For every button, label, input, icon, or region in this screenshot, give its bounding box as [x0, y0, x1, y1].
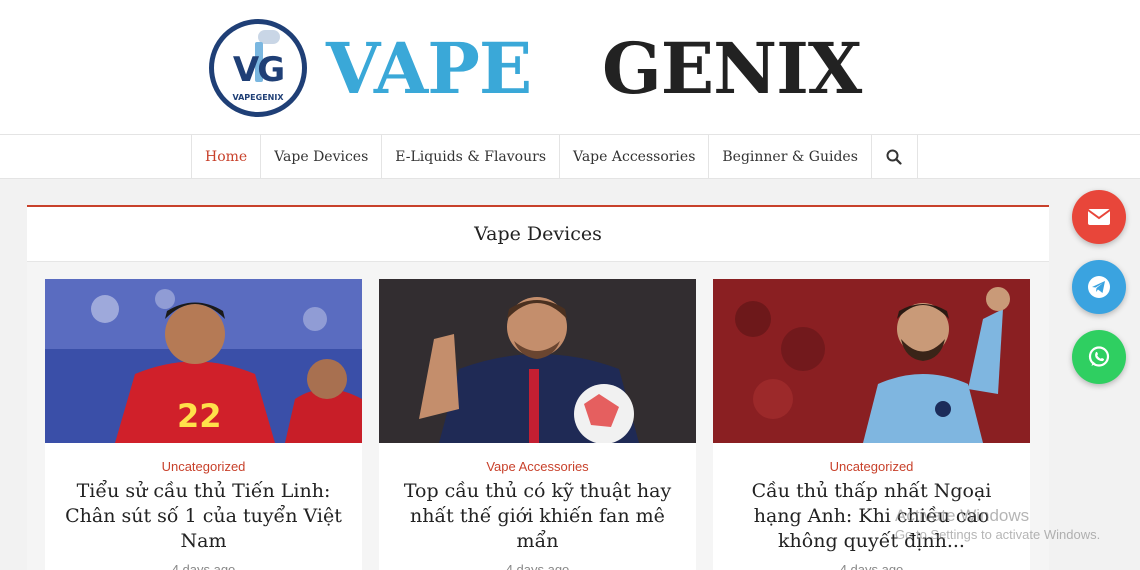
post-date: 4 days ago	[505, 562, 570, 570]
post-card[interactable]: 22 Uncategorized Tiểu sử cầu thủ Tiến Li…	[45, 279, 362, 570]
whatsapp-contact-button[interactable]	[1072, 330, 1126, 384]
nav-item-e-liquids[interactable]: E-Liquids & Flavours	[382, 135, 560, 179]
post-thumbnail[interactable]	[379, 279, 696, 443]
os-activation-watermark-title: Activate Windows	[895, 506, 1030, 525]
nav-item-beginner-guides[interactable]: Beginner & Guides	[709, 135, 872, 179]
nav-item-home[interactable]: Home	[192, 135, 262, 179]
brand-name-part1[interactable]: VAPE	[326, 27, 532, 111]
section-title: Vape Devices	[27, 207, 1049, 262]
post-category[interactable]: Vape Accessories	[379, 459, 696, 474]
site-logo[interactable]: VG VAPEGENIX	[209, 19, 307, 117]
post-image-player-sky-blue	[713, 279, 1030, 443]
post-image-player-red-shirt: 22	[45, 279, 362, 443]
telegram-contact-button[interactable]	[1072, 260, 1126, 314]
nav-item-vape-accessories[interactable]: Vape Accessories	[560, 135, 710, 179]
post-thumbnail[interactable]: 22	[45, 279, 362, 443]
shirt-number: 22	[177, 397, 222, 435]
search-icon	[886, 149, 902, 165]
site-header: VG VAPEGENIX VAPE GENIX	[0, 0, 1140, 134]
nav-item-vape-devices[interactable]: Vape Devices	[261, 135, 383, 179]
whatsapp-icon	[1088, 346, 1110, 367]
telegram-icon	[1088, 276, 1110, 298]
post-date: 4 days ago	[839, 562, 904, 570]
mail-contact-button[interactable]	[1072, 190, 1126, 244]
post-thumbnail[interactable]	[713, 279, 1030, 443]
post-date: 4 days ago	[171, 562, 236, 570]
post-title[interactable]: Top cầu thủ có kỹ thuật hay nhất thế giớ…	[397, 479, 678, 554]
post-category[interactable]: Uncategorized	[45, 459, 362, 474]
os-activation-watermark-text: Go to Settings to activate Windows.	[895, 527, 1101, 542]
logo-subtext: VAPEGENIX	[232, 93, 284, 102]
post-card[interactable]: Vape Accessories Top cầu thủ có kỹ thuật…	[379, 279, 696, 570]
post-title[interactable]: Tiểu sử cầu thủ Tiến Linh: Chân sút số 1…	[63, 479, 344, 554]
post-image-player-with-ball	[379, 279, 696, 443]
search-button[interactable]	[872, 135, 918, 179]
nav-menu: Home Vape Devices E-Liquids & Flavours V…	[191, 135, 918, 179]
logo-monogram: VG	[232, 50, 285, 90]
main-navigation: Home Vape Devices E-Liquids & Flavours V…	[0, 134, 1140, 179]
post-category[interactable]: Uncategorized	[713, 459, 1030, 474]
brand-name-part2[interactable]: GENIX	[602, 27, 862, 111]
mail-icon	[1087, 209, 1111, 225]
